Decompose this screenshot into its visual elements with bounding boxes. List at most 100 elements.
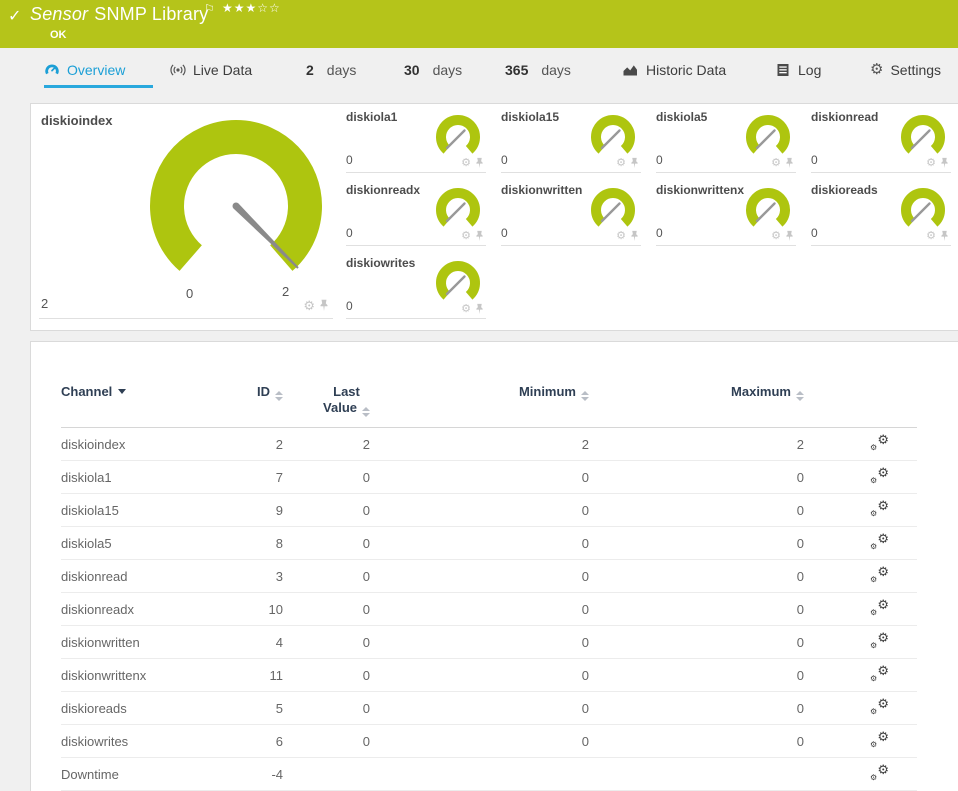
channel-last-value-cell: 0: [283, 559, 370, 593]
gear-icon[interactable]: ⚙: [303, 299, 315, 312]
channel-settings-gears-icon[interactable]: ⚙ ⚙: [870, 499, 889, 518]
pin-icon[interactable]: [475, 230, 484, 242]
tab-live-data[interactable]: Live Data: [170, 62, 252, 85]
gauge-title: diskiola15: [501, 110, 560, 124]
tab-log-label: Log: [798, 62, 822, 78]
channel-id-cell: 5: [221, 691, 283, 725]
tab-365-days[interactable]: 365 days: [505, 62, 571, 85]
gauge-needle: [755, 202, 776, 223]
gauge-tile: diskiola15 0 ⚙: [501, 105, 641, 173]
table-row: diskiowrites 6 0 0 0 ⚙ ⚙: [61, 724, 917, 758]
gear-icon[interactable]: ⚙: [461, 303, 471, 315]
gear-icon[interactable]: ⚙: [461, 230, 471, 242]
pin-icon[interactable]: [940, 157, 949, 169]
gear-icon[interactable]: ⚙: [461, 157, 471, 169]
gauge-tile-actions: ⚙: [926, 157, 949, 169]
table-row: diskiola15 9 0 0 0 ⚙ ⚙: [61, 493, 917, 527]
channel-maximum-cell: 2: [589, 427, 804, 461]
tab-30-days-number: 30: [404, 62, 420, 78]
pin-icon[interactable]: [475, 303, 484, 315]
channel-id-cell: 7: [221, 460, 283, 494]
priority-stars[interactable]: ★★★☆☆: [222, 1, 281, 15]
tab-overview[interactable]: Overview: [44, 62, 154, 88]
tab-365-days-number: 365: [505, 62, 529, 78]
mini-gauge-chart: [436, 261, 480, 300]
channel-name-cell: diskionwrittenx: [61, 658, 221, 692]
gear-icon[interactable]: ⚙: [616, 157, 626, 169]
channel-settings-gears-icon[interactable]: ⚙ ⚙: [870, 631, 889, 650]
tab-historic-data-label: Historic Data: [646, 62, 727, 78]
mini-gauge-chart: [901, 115, 945, 154]
pin-icon[interactable]: [940, 230, 949, 242]
gear-icon[interactable]: ⚙: [926, 157, 936, 169]
pin-icon[interactable]: [785, 157, 794, 169]
channel-maximum-cell: 0: [589, 625, 804, 659]
column-header-maximum[interactable]: Maximum: [589, 342, 804, 428]
gauge-tile-actions: ⚙: [771, 157, 794, 169]
gauge-tile-actions: ⚙: [461, 230, 484, 242]
pin-icon[interactable]: [785, 230, 794, 242]
channel-maximum-cell: 0: [589, 592, 804, 626]
channels-panel: Channel ID Last Value Minimum Maximum di…: [30, 341, 958, 791]
pin-icon[interactable]: [475, 157, 484, 169]
channel-last-value-cell: [283, 757, 370, 791]
channel-name-cell: diskiola1: [61, 460, 221, 494]
column-header-minimum-label: Minimum: [518, 384, 576, 399]
flag-icon[interactable]: ⚐: [204, 2, 215, 16]
gauge-tile: diskioreads 0 ⚙: [811, 178, 951, 246]
gear-icon[interactable]: ⚙: [771, 157, 781, 169]
column-header-channel-label: Channel: [61, 384, 113, 399]
channel-name-cell: diskiola5: [61, 526, 221, 560]
gauge-current-value: 0: [656, 226, 663, 240]
column-header-actions: [804, 342, 917, 428]
pin-icon[interactable]: [630, 230, 639, 242]
channel-last-value-cell: 0: [283, 526, 370, 560]
gauge-current-value: 0: [501, 226, 508, 240]
channel-settings-gears-icon[interactable]: ⚙ ⚙: [870, 466, 889, 485]
gear-icon[interactable]: ⚙: [926, 230, 936, 242]
column-header-id[interactable]: ID: [221, 342, 283, 428]
column-header-channel[interactable]: Channel: [61, 342, 221, 428]
gear-icon[interactable]: ⚙: [771, 230, 781, 242]
channel-last-value-cell: 0: [283, 460, 370, 494]
gauge-needle: [910, 202, 931, 223]
pin-icon[interactable]: [319, 299, 329, 312]
column-header-last-value[interactable]: Last Value: [283, 342, 370, 428]
tab-log[interactable]: Log: [775, 62, 821, 85]
channel-settings-gears-icon[interactable]: ⚙ ⚙: [870, 433, 889, 452]
gear-icon[interactable]: ⚙: [616, 230, 626, 242]
channel-settings-gears-icon[interactable]: ⚙ ⚙: [870, 664, 889, 683]
channel-settings-gears-icon[interactable]: ⚙ ⚙: [870, 697, 889, 716]
channel-settings-gears-icon[interactable]: ⚙ ⚙: [870, 565, 889, 584]
mini-gauge-chart: [591, 115, 635, 154]
channel-maximum-cell: 0: [589, 460, 804, 494]
tab-historic-data[interactable]: Historic Data: [622, 62, 726, 85]
tab-bar: Overview Live Data 2 days 30 days 365 days …: [0, 48, 958, 103]
channel-settings-gears-icon[interactable]: ⚙ ⚙: [870, 532, 889, 551]
tab-30-days[interactable]: 30 days: [404, 62, 462, 85]
status-check-icon: ✓: [8, 8, 22, 25]
gauge-needle: [755, 129, 776, 150]
channel-last-value-cell: 2: [283, 427, 370, 461]
tab-2-days[interactable]: 2 days: [306, 62, 356, 85]
pin-icon[interactable]: [630, 157, 639, 169]
gauge-icon: [45, 64, 59, 75]
tab-365-days-unit: days: [541, 62, 571, 78]
channel-name-cell: diskioreads: [61, 691, 221, 725]
tab-settings[interactable]: ⚙ Settings: [870, 62, 941, 85]
gauge-title: diskiola1: [346, 110, 398, 124]
channel-minimum-cell: 0: [370, 724, 589, 758]
channel-minimum-cell: 0: [370, 592, 589, 626]
mini-gauge-chart: [746, 115, 790, 154]
column-header-minimum[interactable]: Minimum: [370, 342, 589, 428]
mini-gauge-chart: [436, 115, 480, 154]
tab-settings-label: Settings: [890, 62, 942, 78]
gauge-needle: [445, 202, 466, 223]
channel-settings-gears-icon[interactable]: ⚙ ⚙: [870, 598, 889, 617]
gauge-current-value: 0: [346, 299, 353, 313]
channel-id-cell: 2: [221, 427, 283, 461]
channel-settings-gears-icon[interactable]: ⚙ ⚙: [870, 730, 889, 749]
sensor-status-header: ✓ Sensor SNMP Library ⚐ ★★★☆☆ OK: [0, 0, 958, 48]
channel-settings-gears-icon[interactable]: ⚙ ⚙: [870, 763, 889, 782]
mini-gauge-chart: [591, 188, 635, 227]
